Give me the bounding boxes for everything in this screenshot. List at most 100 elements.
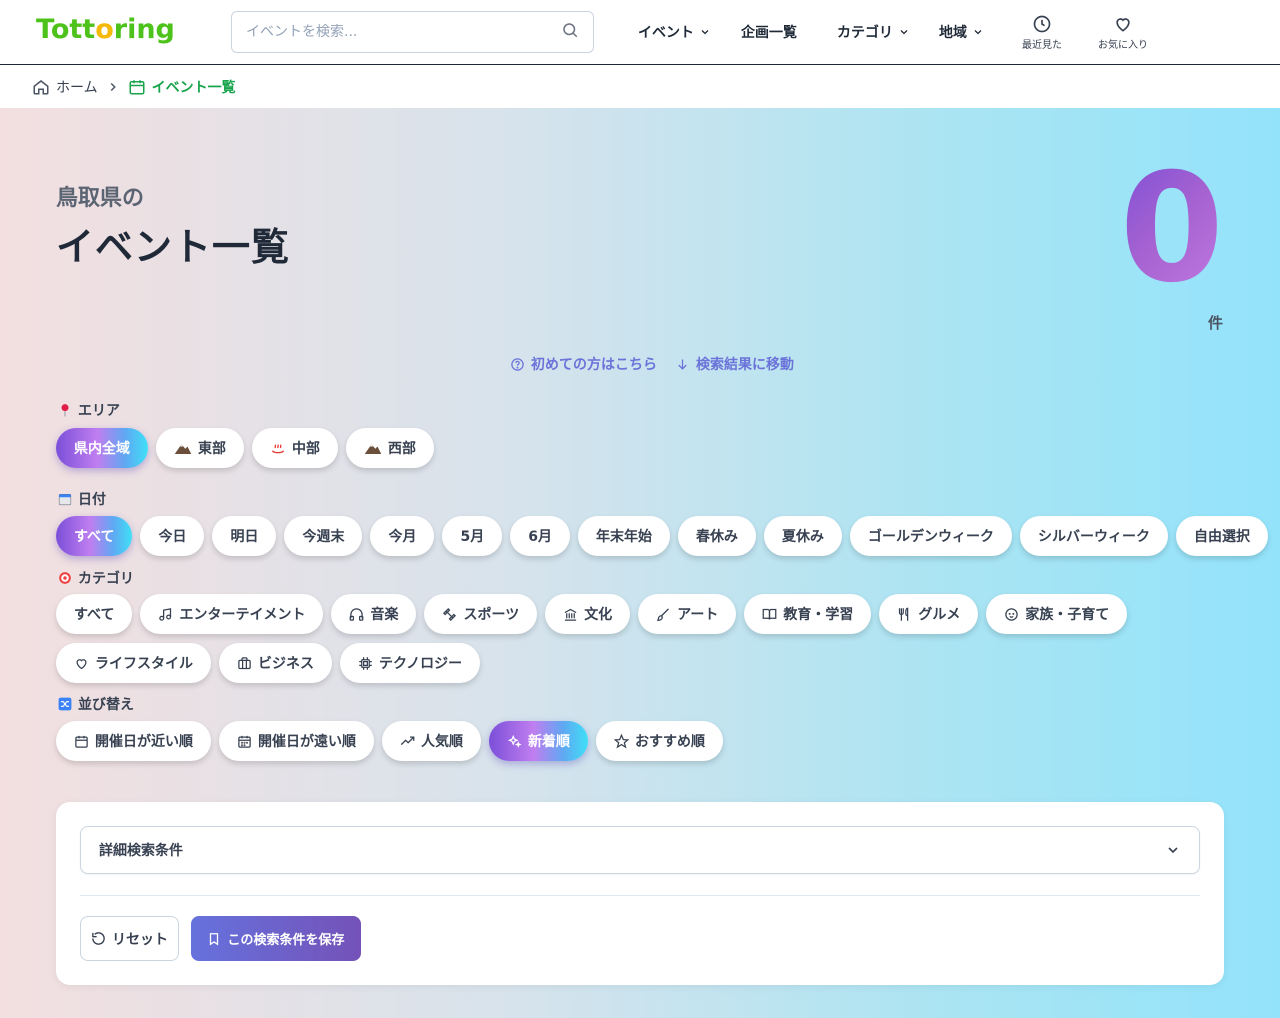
area-chip-all[interactable]: 県内全域 [56,428,148,468]
chip-label: テクノロジー [379,656,463,672]
date-chip-custom[interactable]: 自由選択 [1175,516,1268,556]
breadcrumb: ホーム イベント一覧 [32,65,236,108]
category-chip-business[interactable]: ビジネス [219,643,332,683]
calendar-days-icon [238,735,251,748]
search-icon[interactable] [561,21,579,43]
book-open-icon [763,608,777,620]
utensils-icon [899,607,909,621]
category-chip-music[interactable]: 音楽 [331,594,417,634]
breadcrumb-current: イベント一覧 [128,77,236,97]
heart-icon [76,658,87,669]
logo-text-suffix: ring [113,14,175,45]
area-label-text: エリア [78,403,120,419]
sort-chip-newest[interactable]: 新着順 [489,721,588,761]
date-chip-silver-week[interactable]: シルバーウィーク [1019,516,1168,556]
chip-label: 人気順 [421,734,463,750]
site-header: Tottoring イベント 企画一覧 カテゴリ 地域 最近見た お気に入り [0,0,1280,65]
sparkles-icon [507,734,522,748]
sort-chip-recommended[interactable]: おすすめ順 [596,721,723,761]
nav-regions[interactable]: 地域 [939,22,984,42]
chip-label: すべて [74,529,115,545]
category-chip-technology[interactable]: テクノロジー [340,643,481,683]
nav-events[interactable]: イベント [638,22,711,42]
search-input[interactable] [246,24,561,40]
nav-categories[interactable]: カテゴリ [837,22,910,42]
chip-label: 文化 [584,607,613,623]
nav-projects-label: 企画一覧 [741,25,797,41]
date-chip-today[interactable]: 今日 [140,516,205,556]
chip-label: グルメ [918,607,961,623]
result-count-unit: 件 [1207,314,1223,332]
baby-icon [1005,607,1019,621]
result-count: 0 [1119,142,1224,316]
category-chip-lifestyle[interactable]: ライフスタイル [56,643,211,683]
sort-chip-date-far[interactable]: 開催日が遠い順 [219,721,374,761]
jump-to-results-link[interactable]: 検索結果に移動 [675,354,794,374]
chip-label: 音楽 [370,607,399,623]
calendar-icon [58,494,72,506]
recently-viewed-button[interactable]: 最近見た [1022,14,1062,51]
category-chip-family[interactable]: 家族・子育て [986,594,1128,634]
sort-chip-date-near[interactable]: 開催日が近い順 [56,721,211,761]
divider [80,895,1200,896]
area-chip-east[interactable]: 東部 [156,428,244,468]
nav-regions-label: 地域 [939,25,967,41]
chip-label: エンターテイメント [179,607,306,623]
date-section-label: 日付 [58,489,106,509]
dumbbell-icon [443,607,457,621]
chip-label: ビジネス [258,656,314,672]
date-chip-weekend[interactable]: 今週末 [284,516,363,556]
calendar-icon [75,735,88,748]
date-chip-this-month[interactable]: 今月 [370,516,435,556]
date-chip-may[interactable]: 5月 [442,516,503,556]
help-links: 初めての方はこちら 検索結果に移動 [510,354,794,374]
date-chip-spring-break[interactable]: 春休み [677,516,756,556]
date-label-text: 日付 [78,492,106,508]
date-chip-tomorrow[interactable]: 明日 [212,516,277,556]
category-chip-education[interactable]: 教育・学習 [744,594,872,634]
advanced-search-toggle[interactable]: 詳細検索条件 [80,826,1200,874]
date-chip-summer-break[interactable]: 夏休み [763,516,842,556]
area-chip-row: 県内全域 東部 中部 西部 [56,428,434,468]
breadcrumb-home[interactable]: ホーム [32,77,98,97]
category-chip-sports[interactable]: スポーツ [424,594,538,634]
chip-label: スポーツ [463,607,520,623]
category-chip-culture[interactable]: 文化 [545,594,631,634]
date-chip-new-year[interactable]: 年末年始 [577,516,670,556]
recently-viewed-label: 最近見た [1022,40,1062,51]
save-search-button[interactable]: この検索条件を保存 [191,916,361,961]
category-chip-entertainment[interactable]: エンターテイメント [140,594,324,634]
trending-up-icon [400,736,415,745]
chip-label: 夏休み [781,529,824,545]
logo-text-accent: o [95,14,114,45]
favorites-label: お気に入り [1098,40,1148,51]
headphones-icon [350,607,364,621]
category-chip-all[interactable]: すべて [56,594,133,634]
category-chip-gourmet[interactable]: グルメ [879,594,979,634]
page-subtitle: 鳥取県の [56,186,145,211]
chip-label: 開催日が遠い順 [258,734,356,750]
area-section-label: エリア [58,400,120,420]
first-time-link[interactable]: 初めての方はこちら [510,354,657,374]
date-chip-june[interactable]: 6月 [510,516,570,556]
chip-label: アート [677,607,719,623]
chip-label: おすすめ順 [635,734,705,750]
area-chip-central[interactable]: 中部 [252,428,338,468]
chip-label: シルバーウィーク [1037,529,1150,545]
category-chip-row: すべて エンターテイメント 音楽 スポーツ 文化 アート 教育・学習 グルメ 家… [56,594,1224,683]
jump-to-results-label: 検索結果に移動 [696,357,794,373]
breadcrumb-current-label: イベント一覧 [151,79,236,96]
date-chip-golden-week[interactable]: ゴールデンウィーク [849,516,1012,556]
category-chip-art[interactable]: アート [638,594,737,634]
favorites-button[interactable]: お気に入り [1098,14,1148,51]
chip-label: 今週末 [302,529,345,545]
area-chip-west[interactable]: 西部 [346,428,434,468]
reset-button-label: リセット [112,931,168,948]
sort-chip-popular[interactable]: 人気順 [382,721,481,761]
site-logo[interactable]: Tottoring [36,14,175,45]
nav-projects[interactable]: 企画一覧 [741,22,797,42]
breadcrumb-home-label: ホーム [56,79,98,96]
landmark-icon [564,608,577,621]
reset-button[interactable]: リセット [80,916,179,961]
date-chip-all[interactable]: すべて [56,516,133,556]
